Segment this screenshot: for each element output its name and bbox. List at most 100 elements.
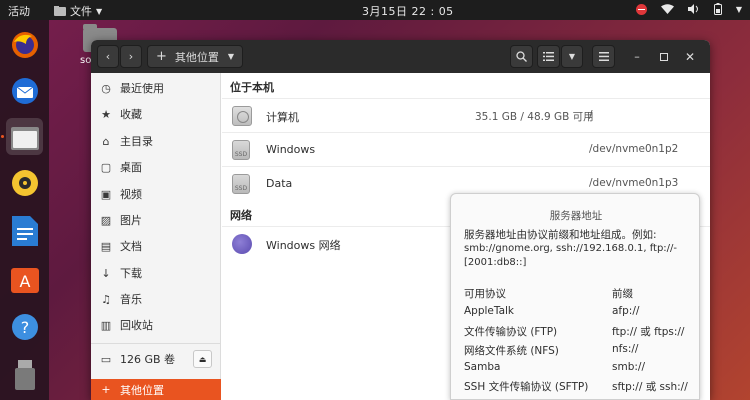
sidebar-item-label: 主目录 (120, 135, 153, 148)
location-name: Windows 网络 (266, 239, 341, 252)
sidebar-item-label: 音乐 (120, 293, 142, 306)
sidebar-item-label: 126 GB 卷 (120, 353, 176, 366)
header-bar: ‹ › + 其他位置 ▼ ▼ – ✕ (91, 40, 710, 73)
dock-usb[interactable] (6, 356, 43, 393)
sidebar-item-home[interactable]: ⌂ 主目录 (91, 129, 221, 153)
rhythmbox-icon (11, 169, 38, 196)
plus-icon: + (101, 383, 111, 396)
sidebar-item-label: 其他位置 (120, 383, 164, 397)
sidebar-item-label: 收藏 (120, 108, 142, 121)
dock-firefox[interactable] (6, 26, 43, 63)
sidebar-item-music[interactable]: ♫ 音乐 (91, 287, 221, 311)
dock-software[interactable]: A (6, 260, 43, 297)
help-icon: ? (11, 313, 38, 340)
hard-drive-icon (232, 106, 252, 126)
popover-description-line: smb://gnome.org, ssh://192.168.0.1, ftp:… (464, 243, 678, 254)
ssd-icon: SSD (232, 174, 252, 194)
search-button[interactable] (510, 45, 533, 68)
location-path: /dev/nvme0n1p2 (589, 143, 679, 155)
wifi-icon (660, 4, 674, 14)
menu-button[interactable] (592, 45, 615, 68)
document-icon: ▤ (100, 239, 112, 253)
location-name: Windows (266, 143, 316, 156)
sidebar-item-pictures[interactable]: ▨ 图片 (91, 208, 221, 232)
protocol-name: 网络文件系统 (NFS) (464, 345, 559, 357)
location-size: 35.1 GB / 48.9 GB 可用 (475, 111, 594, 123)
power-menu-icon[interactable]: ▼ (736, 5, 742, 14)
close-icon: ✕ (684, 49, 696, 64)
sidebar-separator (91, 343, 221, 344)
sidebar-item-volume[interactable]: ▭ 126 GB 卷 ⏏ (91, 347, 221, 371)
battery-icon (713, 3, 722, 15)
prefix-column-header: 前缀 (612, 288, 633, 300)
sidebar-item-label: 最近使用 (120, 82, 164, 95)
video-icon: ▣ (100, 187, 112, 201)
dock-help[interactable]: ? (6, 308, 43, 345)
forward-button[interactable]: › (120, 45, 142, 68)
sidebar: ◷ 最近使用 ★ 收藏 ⌂ 主目录 ▢ 桌面 ▣ 视频 ▨ 图片 ▤ 文档 ↓ (91, 73, 221, 400)
protocol-prefix: afp:// (612, 305, 640, 317)
minimize-icon: – (634, 50, 640, 63)
location-row-windows[interactable]: SSD Windows /dev/nvme0n1p2 (222, 132, 710, 166)
protocol-prefix: ftp:// 或 ftps:// (612, 326, 685, 338)
music-icon: ♫ (101, 292, 111, 306)
star-icon: ★ (101, 107, 111, 121)
do-not-disturb-icon[interactable] (635, 3, 647, 15)
eject-icon: ⏏ (198, 354, 207, 364)
popover-title: 服务器地址 (549, 210, 603, 222)
dock-rhythmbox[interactable] (6, 164, 43, 201)
chevron-left-icon: ‹ (105, 50, 111, 63)
chevron-down-icon: ▼ (568, 52, 576, 61)
activities-button[interactable]: 活动 (8, 3, 30, 19)
home-icon: ⌂ (102, 134, 110, 148)
section-title-local: 位于本机 (230, 81, 274, 94)
download-icon: ↓ (101, 266, 111, 280)
volume-icon (687, 4, 698, 14)
search-icon (516, 51, 527, 62)
protocol-name: Samba (464, 361, 501, 373)
dock-thunderbird[interactable] (6, 72, 43, 109)
sidebar-item-recent[interactable]: ◷ 最近使用 (91, 76, 221, 100)
sidebar-item-desktop[interactable]: ▢ 桌面 (91, 155, 221, 179)
dock-writer[interactable] (6, 212, 43, 249)
app-menu[interactable]: 文件 ▼ (54, 3, 102, 19)
protocol-prefix: nfs:// (612, 343, 639, 355)
sidebar-item-trash[interactable]: ▥ 回收站 (91, 313, 221, 337)
close-button[interactable]: ✕ (680, 45, 700, 68)
drive-icon: ▭ (100, 352, 112, 366)
software-icon: A (10, 267, 39, 293)
sidebar-item-label: 下载 (120, 267, 142, 280)
sidebar-item-videos[interactable]: ▣ 视频 (91, 182, 221, 206)
svg-text:A: A (19, 272, 30, 291)
sidebar-item-starred[interactable]: ★ 收藏 (91, 102, 221, 126)
location-row-computer[interactable]: 计算机 35.1 GB / 48.9 GB 可用 / (222, 98, 710, 132)
eject-button[interactable]: ⏏ (193, 350, 212, 368)
sidebar-item-other-locations[interactable]: + 其他位置 (91, 379, 221, 400)
view-options-button[interactable]: ▼ (561, 45, 583, 68)
popover-description: 服务器地址由协议前缀和地址组成。例如: smb://gnome.org, ssh… (464, 228, 692, 270)
dock-files[interactable] (6, 118, 43, 155)
protocol-name: 文件传输协议 (FTP) (464, 326, 558, 338)
clock[interactable]: 3月15日 22 : 05 (362, 3, 454, 19)
view-toggle-button[interactable] (537, 45, 560, 68)
sidebar-item-downloads[interactable]: ↓ 下载 (91, 261, 221, 285)
back-button[interactable]: ‹ (97, 45, 119, 68)
hamburger-icon (598, 52, 609, 61)
location-path: /dev/nvme0n1p3 (589, 177, 679, 189)
clock-icon: ◷ (101, 81, 111, 95)
files-app-icon (54, 6, 66, 16)
location-name: Data (266, 177, 293, 190)
sidebar-item-documents[interactable]: ▤ 文档 (91, 234, 221, 258)
ssd-icon: SSD (232, 140, 252, 160)
dock: A ? (0, 20, 49, 400)
list-view-icon (543, 52, 554, 61)
files-icon (10, 126, 39, 150)
sidebar-item-label: 视频 (120, 188, 142, 201)
running-indicator (1, 135, 4, 138)
server-address-popover: 服务器地址 服务器地址由协议前缀和地址组成。例如: smb://gnome.or… (450, 193, 700, 400)
maximize-button[interactable] (654, 45, 674, 68)
minimize-button[interactable]: – (627, 45, 647, 68)
sidebar-item-label: 文档 (120, 240, 142, 253)
system-tray[interactable]: ▼ (635, 3, 742, 15)
location-path-bar[interactable]: + 其他位置 ▼ (147, 45, 243, 68)
